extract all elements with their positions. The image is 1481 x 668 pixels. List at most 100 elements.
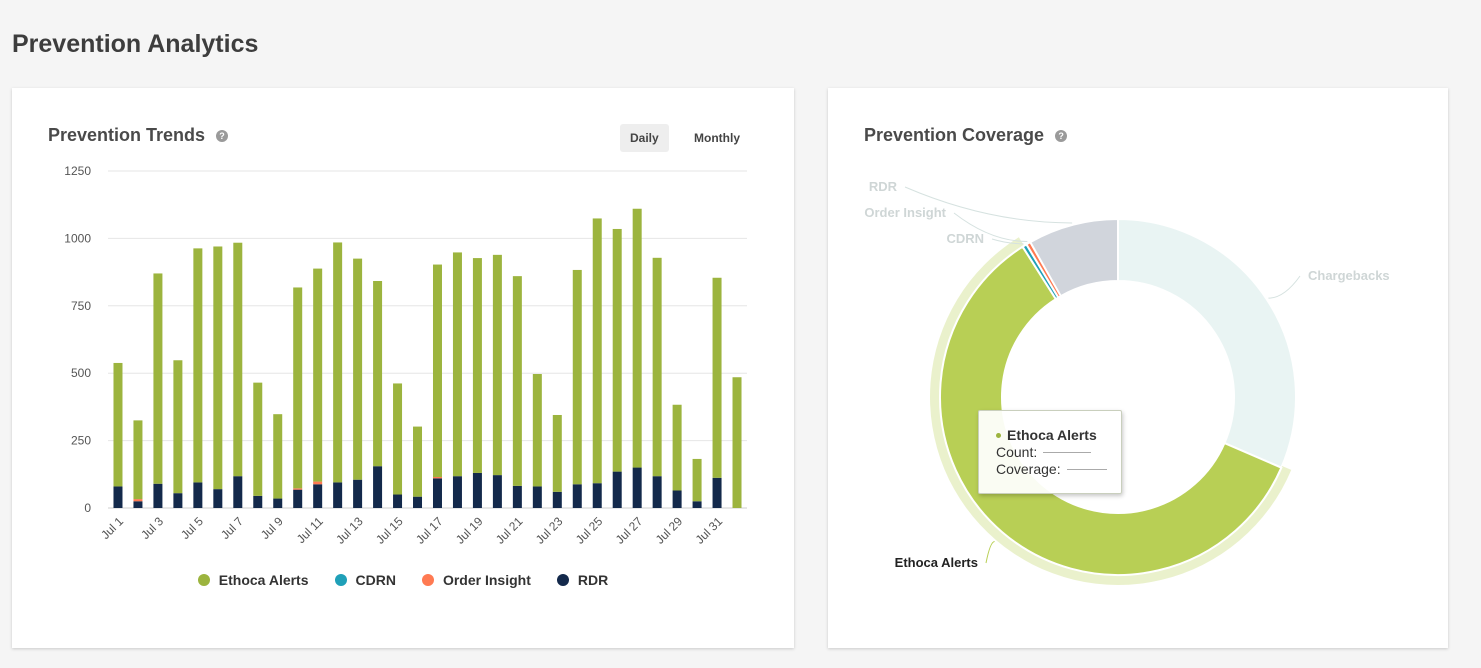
- prevention-trends-chart: 0 250 500 750 1000 1250 Jul 1 Jul 3 Jul 5 Jul 7 Ju…: [64, 164, 747, 547]
- bar-rdr: [333, 482, 343, 508]
- bar-ethoca-alerts: [632, 208, 642, 468]
- bar-rdr: [452, 476, 462, 508]
- bar-rdr: [353, 479, 363, 508]
- bar-rdr: [113, 486, 123, 508]
- bar-ethoca-alerts: [472, 258, 482, 473]
- legend-label-ethoca-alerts: Ethoca Alerts: [218, 572, 309, 588]
- y-tick-label: 1000: [64, 231, 91, 245]
- bar-ethoca-alerts: [173, 360, 183, 494]
- bar-rdr: [692, 501, 702, 508]
- bar-rdr: [712, 477, 722, 508]
- legend-item-ethoca-alerts[interactable]: Ethoca Alerts: [197, 572, 309, 588]
- bar-order-insight: [133, 499, 143, 502]
- bar-ethoca-alerts: [532, 374, 542, 487]
- x-tick-label: Jul 23: [533, 514, 566, 547]
- bar-rdr: [472, 472, 482, 508]
- x-tick-label: Jul 17: [413, 514, 446, 547]
- bar-rdr: [233, 476, 243, 508]
- legend-dot-cdrn: [334, 574, 347, 586]
- x-tick-label: Jul 9: [258, 514, 286, 542]
- bar-rdr: [532, 486, 542, 508]
- bar-ethoca-alerts: [313, 268, 323, 482]
- y-tick-label: 500: [71, 366, 91, 380]
- legend-label-order-insight: Order Insight: [442, 572, 531, 588]
- connector-ethoca-alerts: [985, 540, 995, 564]
- tooltip-count-value-line: [1043, 451, 1092, 453]
- bar-rdr: [173, 493, 183, 508]
- bar-ethoca-alerts: [592, 218, 602, 484]
- bar-ethoca-alerts: [213, 246, 223, 490]
- bar-ethoca-alerts: [612, 228, 622, 472]
- bar-rdr: [373, 466, 383, 508]
- bar-rdr: [632, 467, 642, 508]
- bar-ethoca-alerts: [512, 276, 522, 486]
- bar-ethoca-alerts: [652, 257, 662, 477]
- bar-rdr: [592, 483, 602, 508]
- bar-ethoca-alerts: [273, 414, 283, 499]
- donut-label-ethoca-alerts: Ethoca Alerts: [895, 555, 978, 570]
- bar-rdr: [213, 489, 223, 508]
- bar-ethoca-alerts: [113, 362, 123, 487]
- x-tick-label: Jul 31: [693, 514, 726, 547]
- tooltip-title: Ethoca Alerts: [996, 427, 1121, 443]
- legend-dot-rdr: [556, 574, 569, 586]
- bar-rdr: [652, 476, 662, 508]
- bar-order-insight: [293, 488, 303, 490]
- tooltip-coverage-value-line: [1066, 468, 1107, 470]
- tooltip-count-label: Count:: [996, 444, 1038, 460]
- bar-rdr: [672, 490, 682, 508]
- bar-ethoca-alerts: [153, 273, 163, 484]
- bar-ethoca-alerts: [293, 287, 303, 489]
- donut-label-chargebacks: Chargebacks: [1308, 268, 1390, 283]
- bar-ethoca-alerts: [432, 264, 442, 477]
- bar-rdr: [572, 484, 582, 508]
- connector-chargebacks: [1268, 275, 1301, 299]
- x-tick-label: Jul 1: [98, 514, 126, 542]
- bar-rdr: [413, 496, 423, 508]
- bar-rdr: [253, 495, 263, 508]
- x-tick-label: Jul 29: [653, 514, 686, 547]
- legend-label-cdrn: CDRN: [355, 572, 396, 588]
- x-tick-label: Jul 27: [613, 514, 646, 547]
- bar-rdr: [612, 471, 622, 508]
- x-tick-label: Jul 15: [373, 514, 406, 547]
- tooltip-dot: [996, 432, 1001, 438]
- chart-tooltip: Ethoca Alerts Count: Coverage:: [978, 410, 1122, 494]
- x-tick-label: Jul 25: [573, 514, 606, 547]
- prevention-coverage-card: Prevention Coverage ? Chargebacks Ethoca …: [828, 88, 1448, 648]
- x-tick-label: Jul 13: [333, 514, 366, 547]
- bar-ethoca-alerts: [333, 242, 343, 483]
- y-tick-label: 250: [71, 434, 91, 448]
- prevention-coverage-donut-chart: Chargebacks Ethoca Alerts CDRNOrder Insigh…: [864, 179, 1390, 585]
- bar-rdr: [273, 498, 283, 508]
- bar-ethoca-alerts: [253, 382, 263, 496]
- bar-ethoca-alerts: [233, 242, 243, 477]
- legend-dot-ethoca-alerts: [197, 574, 210, 586]
- legend-label-rdr: RDR: [577, 572, 609, 588]
- legend-item-cdrn[interactable]: CDRN: [334, 572, 396, 588]
- x-tick-label: Jul 19: [453, 514, 486, 547]
- bar-ethoca-alerts: [193, 248, 203, 483]
- legend-item-rdr[interactable]: RDR: [556, 572, 609, 588]
- bar-ethoca-alerts: [492, 254, 502, 476]
- legend-dot-order-insight: [421, 574, 434, 586]
- bar-ethoca-alerts: [552, 414, 562, 492]
- bar-ethoca-alerts: [572, 269, 582, 485]
- bar-order-insight: [432, 476, 442, 479]
- legend-item-order-insight[interactable]: Order Insight: [421, 572, 531, 588]
- prevention-trends-card: Prevention Trends ? Daily Monthly 0 250 50…: [12, 88, 794, 648]
- chart-legend: Ethoca Alerts CDRN Order Insight RDR: [12, 572, 794, 588]
- bar-rdr: [313, 484, 323, 508]
- donut-label-order-insight: Order Insight: [864, 205, 946, 220]
- bar-ethoca-alerts: [712, 277, 722, 478]
- bar-rdr: [393, 494, 403, 508]
- bar-ethoca-alerts: [373, 280, 383, 467]
- y-tick-label: 1250: [64, 164, 91, 178]
- bar-ethoca-alerts: [692, 458, 702, 502]
- bar-ethoca-alerts: [413, 426, 423, 497]
- donut-label-cdrn: CDRN: [946, 231, 984, 246]
- bar-rdr: [512, 485, 522, 508]
- x-tick-label: Jul 7: [218, 514, 246, 542]
- x-tick-label: Jul 5: [178, 514, 206, 542]
- x-tick-label: Jul 3: [138, 514, 166, 542]
